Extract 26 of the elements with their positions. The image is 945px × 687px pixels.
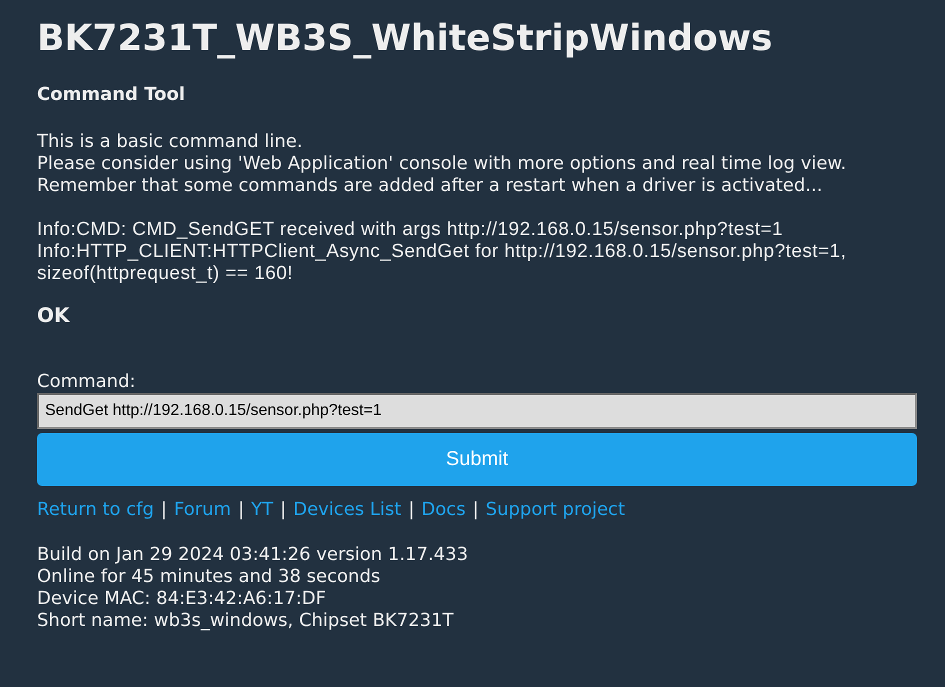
link-separator: | — [408, 499, 414, 521]
nav-link[interactable]: Forum — [174, 499, 232, 521]
submit-button[interactable]: Submit — [37, 433, 917, 486]
command-label: Command: — [37, 371, 136, 393]
nav-link[interactable]: YT — [251, 499, 274, 521]
log-line: Info:HTTP_CLIENT:HTTPClient_Async_SendGet for http://192.168.0.15/sensor.php?test=1, sizeof(httprequest_t) == 160! — [37, 241, 848, 285]
command-input[interactable]: SendGet http://192.168.0.15/sensor.php?test=1 — [37, 393, 917, 429]
section-heading: Command Tool — [37, 84, 185, 106]
build-info-line: Short name: wb3s_windows, Chipset BK7231T — [37, 610, 454, 632]
build-info-line: Online for 45 minutes and 38 seconds — [37, 566, 380, 588]
build-info-line: Device MAC: 84:E3:42:A6:17:DF — [37, 588, 326, 610]
nav-link[interactable]: Support project — [486, 499, 626, 521]
intro-line: Please consider using 'Web Application' console with more options and real time log view. — [37, 153, 846, 175]
nav-link[interactable]: Devices List — [293, 499, 402, 521]
link-separator: | — [238, 499, 244, 521]
result-status: OK — [37, 302, 70, 328]
intro-line: Remember that some commands are added after a restart when a driver is activated... — [37, 175, 822, 197]
link-separator: | — [280, 499, 286, 521]
nav-link[interactable]: Return to cfg — [37, 499, 154, 521]
link-separator: | — [160, 499, 167, 521]
page-title: BK7231T_WB3S_WhiteStripWindows — [37, 18, 772, 60]
intro-line: This is a basic command line. — [37, 131, 303, 153]
log-line: Info:CMD: CMD_SendGET received with args http://192.168.0.15/sensor.php?test=1 — [37, 219, 784, 241]
build-info-line: Build on Jan 29 2024 03:41:26 version 1.17.433 — [37, 544, 468, 566]
nav-link[interactable]: Docs — [421, 499, 466, 521]
link-separator: | — [472, 499, 479, 521]
